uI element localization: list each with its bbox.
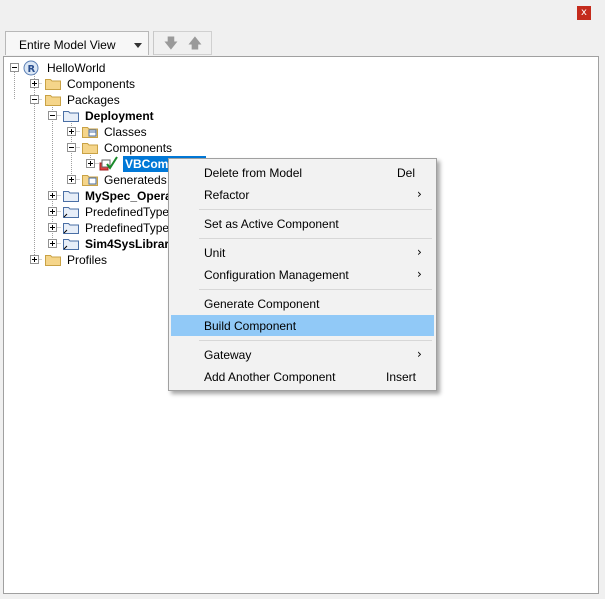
- folder-open-icon: [45, 95, 61, 106]
- menu-item-label: Refactor: [204, 188, 250, 202]
- view-dropdown[interactable]: Entire Model View: [5, 31, 149, 55]
- tree-node-root[interactable]: R HelloWorld: [10, 60, 130, 76]
- tree-node-classes[interactable]: Classes: [67, 124, 187, 140]
- close-button[interactable]: x: [577, 6, 591, 20]
- expand-toggle[interactable]: [48, 223, 57, 232]
- tree-node-packages[interactable]: Packages: [30, 92, 160, 108]
- package-reference-icon: [63, 239, 79, 250]
- tree-label: Components: [104, 141, 173, 155]
- move-up-icon[interactable]: 🡅: [187, 36, 203, 52]
- collapse-toggle[interactable]: [67, 143, 76, 152]
- folder-classes-icon: [82, 175, 98, 186]
- expand-toggle[interactable]: [48, 239, 57, 248]
- menu-item-add-another-component[interactable]: Add Another Component Insert: [171, 366, 434, 387]
- tree-node-predefined-2[interactable]: PredefinedType: [48, 220, 170, 236]
- package-icon: [63, 191, 79, 202]
- tree-label: Classes: [104, 125, 147, 139]
- tree-label: PredefinedType: [85, 205, 170, 219]
- menu-item-label: Set as Active Component: [204, 217, 339, 231]
- menu-separator: [199, 340, 432, 341]
- tree-node-myspec[interactable]: MySpec_Opera: [48, 188, 172, 204]
- package-reference-icon: [63, 223, 79, 234]
- collapse-toggle[interactable]: [48, 111, 57, 120]
- tree-node-deployment-components[interactable]: Components: [67, 140, 187, 156]
- menu-item-configuration-management[interactable]: Configuration Management ›: [171, 264, 434, 285]
- submenu-arrow-icon: ›: [417, 267, 422, 281]
- expand-toggle[interactable]: [67, 127, 76, 136]
- menu-item-label: Generate Component: [204, 297, 320, 311]
- expand-toggle[interactable]: [30, 79, 39, 88]
- tree-label: Packages: [67, 93, 120, 107]
- tree-label: Sim4SysLibrari: [85, 237, 173, 251]
- menu-item-label: Configuration Management: [204, 268, 349, 282]
- menu-item-label: Delete from Model: [204, 166, 303, 180]
- tree-node-components[interactable]: Components: [30, 76, 160, 92]
- toolbar: Entire Model View 🡇 🡅: [3, 26, 599, 56]
- menu-item-delete-from-model[interactable]: Delete from Model Del: [171, 162, 434, 183]
- model-root-icon: R: [23, 60, 39, 76]
- tree-label: PredefinedType: [85, 221, 170, 235]
- folder-icon: [45, 255, 61, 266]
- folder-icon: [45, 79, 61, 90]
- view-dropdown-label: Entire Model View: [19, 38, 116, 52]
- svg-text:R: R: [28, 64, 36, 75]
- menu-item-unit[interactable]: Unit ›: [171, 242, 434, 263]
- menu-item-build-component[interactable]: Build Component: [171, 315, 434, 336]
- menu-separator: [199, 238, 432, 239]
- submenu-arrow-icon: ›: [417, 187, 422, 201]
- tree-node-deployment[interactable]: Deployment: [48, 108, 188, 124]
- active-component-icon: [99, 156, 118, 171]
- tree-node-profiles[interactable]: Profiles: [30, 252, 140, 268]
- tree-label: Generateds: [104, 173, 167, 187]
- submenu-arrow-icon: ›: [417, 245, 422, 259]
- menu-item-refactor[interactable]: Refactor ›: [171, 184, 434, 205]
- menu-item-label: Build Component: [204, 319, 297, 333]
- move-buttons-group: 🡇 🡅: [154, 31, 212, 55]
- context-menu: Delete from Model Del Refactor › Set as …: [168, 158, 437, 391]
- menu-separator: [199, 289, 432, 290]
- package-reference-icon: [63, 207, 79, 218]
- menu-item-gateway[interactable]: Gateway ›: [171, 344, 434, 365]
- title-bar: x: [0, 0, 605, 26]
- menu-item-generate-component[interactable]: Generate Component: [171, 293, 434, 314]
- expand-toggle[interactable]: [48, 191, 57, 200]
- expand-toggle[interactable]: [86, 159, 95, 168]
- expand-toggle[interactable]: [48, 207, 57, 216]
- chevron-down-icon: [134, 43, 142, 48]
- menu-item-shortcut: Del: [397, 166, 416, 180]
- move-down-icon[interactable]: 🡇: [163, 36, 179, 52]
- expand-toggle[interactable]: [67, 175, 76, 184]
- tree-label: Deployment: [85, 109, 154, 123]
- menu-item-label: Gateway: [204, 348, 252, 362]
- tree-node-sim4sys[interactable]: Sim4SysLibrari: [48, 236, 173, 252]
- tree-label: MySpec_Opera: [85, 189, 172, 203]
- tree-node-predefined-1[interactable]: PredefinedType: [48, 204, 170, 220]
- tree-label: HelloWorld: [47, 61, 106, 75]
- package-icon: [63, 111, 79, 122]
- expand-toggle[interactable]: [30, 255, 39, 264]
- folder-classes-icon: [82, 127, 98, 138]
- menu-item-set-active-component[interactable]: Set as Active Component: [171, 213, 434, 234]
- menu-item-shortcut: Insert: [386, 370, 417, 384]
- tree-node-generateds[interactable]: Generateds: [67, 172, 177, 188]
- tree-label: Components: [67, 77, 136, 91]
- collapse-toggle[interactable]: [30, 95, 39, 104]
- folder-icon: [82, 143, 98, 154]
- menu-separator: [199, 209, 432, 210]
- tree-label: Profiles: [67, 253, 108, 267]
- submenu-arrow-icon: ›: [417, 347, 422, 361]
- menu-item-label: Add Another Component: [204, 370, 336, 384]
- menu-item-label: Unit: [204, 246, 226, 260]
- collapse-toggle[interactable]: [10, 63, 19, 72]
